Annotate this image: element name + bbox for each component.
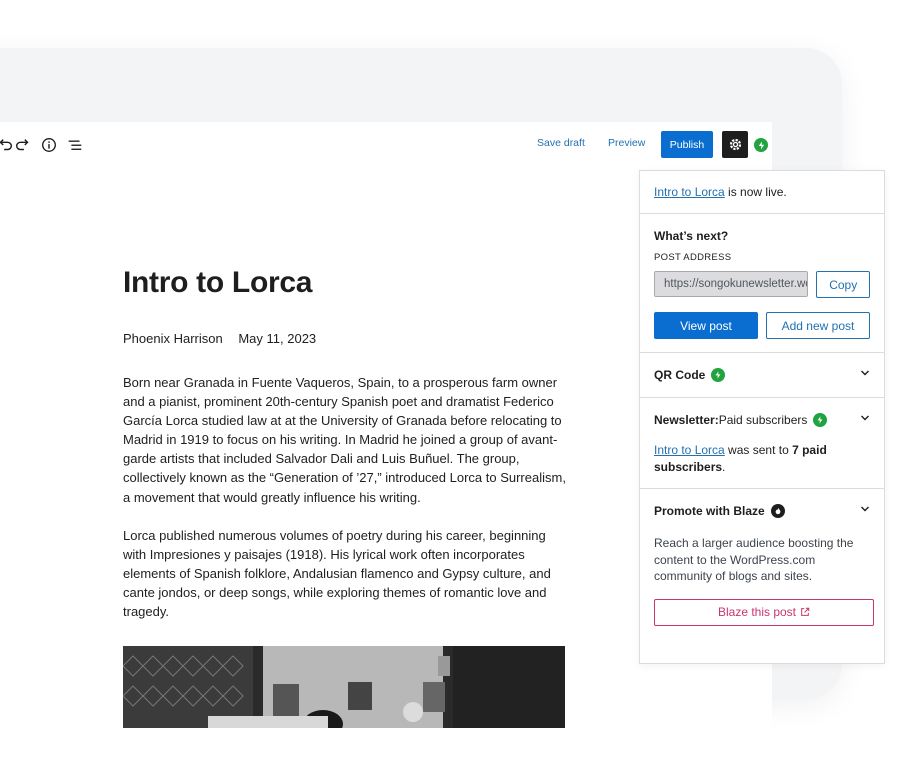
list-view-icon[interactable] <box>64 134 86 156</box>
newsletter-summary-end: . <box>722 460 726 474</box>
post-publish-panel: Intro to Lorca is now live. What’s next?… <box>639 170 885 664</box>
gear-icon <box>729 138 741 151</box>
flame-icon <box>770 504 785 518</box>
preview-link[interactable]: Preview <box>608 137 645 149</box>
post-paragraph[interactable]: Lorca published numerous volumes of poet… <box>123 526 568 621</box>
post-date: May 11, 2023 <box>238 331 317 346</box>
post-body[interactable]: Born near Granada in Fuente Vaqueros, Sp… <box>123 373 568 640</box>
published-post-link[interactable]: Intro to Lorca <box>654 185 725 199</box>
post-address-label: POST ADDRESS <box>654 252 732 263</box>
jetpack-icon <box>711 368 726 382</box>
redo-icon[interactable] <box>12 134 34 156</box>
newsletter-audience: Paid subscribers <box>718 413 808 427</box>
info-icon[interactable] <box>38 134 60 156</box>
blaze-title: Promote with Blaze <box>654 504 765 518</box>
newsletter-section: Newsletter: Paid subscribers Intro to Lo… <box>640 398 884 489</box>
qr-code-title: QR Code <box>654 368 706 382</box>
blaze-description: Reach a larger audience boosting the con… <box>654 536 854 583</box>
editor-toolbar: Save draft Preview Publish <box>0 122 772 168</box>
settings-button[interactable] <box>722 131 748 158</box>
chevron-down-icon <box>861 370 869 376</box>
newsletter-header[interactable]: Newsletter: Paid subscribers <box>654 398 870 442</box>
post-author: Phoenix Harrison <box>123 331 223 346</box>
chevron-down-icon <box>861 415 869 421</box>
newsletter-post-link[interactable]: Intro to Lorca <box>654 443 725 457</box>
published-notice-text: is now live. <box>724 185 787 199</box>
jetpack-icon <box>813 413 828 427</box>
newsletter-summary: Intro to Lorca was sent to 7 paid subscr… <box>654 442 870 476</box>
blaze-header[interactable]: Promote with Blaze <box>654 489 870 533</box>
qr-code-section[interactable]: QR Code <box>640 353 884 398</box>
copy-button[interactable]: Copy <box>816 271 870 298</box>
blaze-section: Promote with Blaze Reach a larger audien… <box>640 489 884 663</box>
whats-next-heading: What’s next? <box>654 229 729 243</box>
post-image-graphic <box>123 646 565 728</box>
publish-button[interactable]: Publish <box>661 131 713 158</box>
chevron-down-icon <box>861 506 869 512</box>
blaze-this-post-button[interactable]: Blaze this post <box>654 598 874 626</box>
external-link-icon <box>801 607 810 616</box>
published-notice: Intro to Lorca is now live. <box>640 171 884 214</box>
post-meta: Phoenix Harrison May 11, 2023 <box>123 331 328 346</box>
whats-next-section: What’s next? POST ADDRESS https://songok… <box>640 214 884 353</box>
add-new-post-button[interactable]: Add new post <box>765 312 870 339</box>
post-image[interactable] <box>123 646 565 728</box>
post-paragraph[interactable]: Born near Granada in Fuente Vaqueros, Sp… <box>123 373 568 507</box>
blaze-button-label: Blaze this post <box>717 605 797 619</box>
post-title[interactable]: Intro to Lorca <box>123 266 312 300</box>
save-draft-link[interactable]: Save draft <box>537 137 585 149</box>
qr-code-header[interactable]: QR Code <box>654 353 870 397</box>
newsletter-summary-text: was sent to <box>724 443 793 457</box>
jetpack-icon[interactable] <box>754 138 768 152</box>
newsletter-title: Newsletter: <box>654 413 719 427</box>
post-address-field[interactable]: https://songokunewsletter.wordpress.com/… <box>654 271 809 297</box>
view-post-button[interactable]: View post <box>654 312 758 339</box>
